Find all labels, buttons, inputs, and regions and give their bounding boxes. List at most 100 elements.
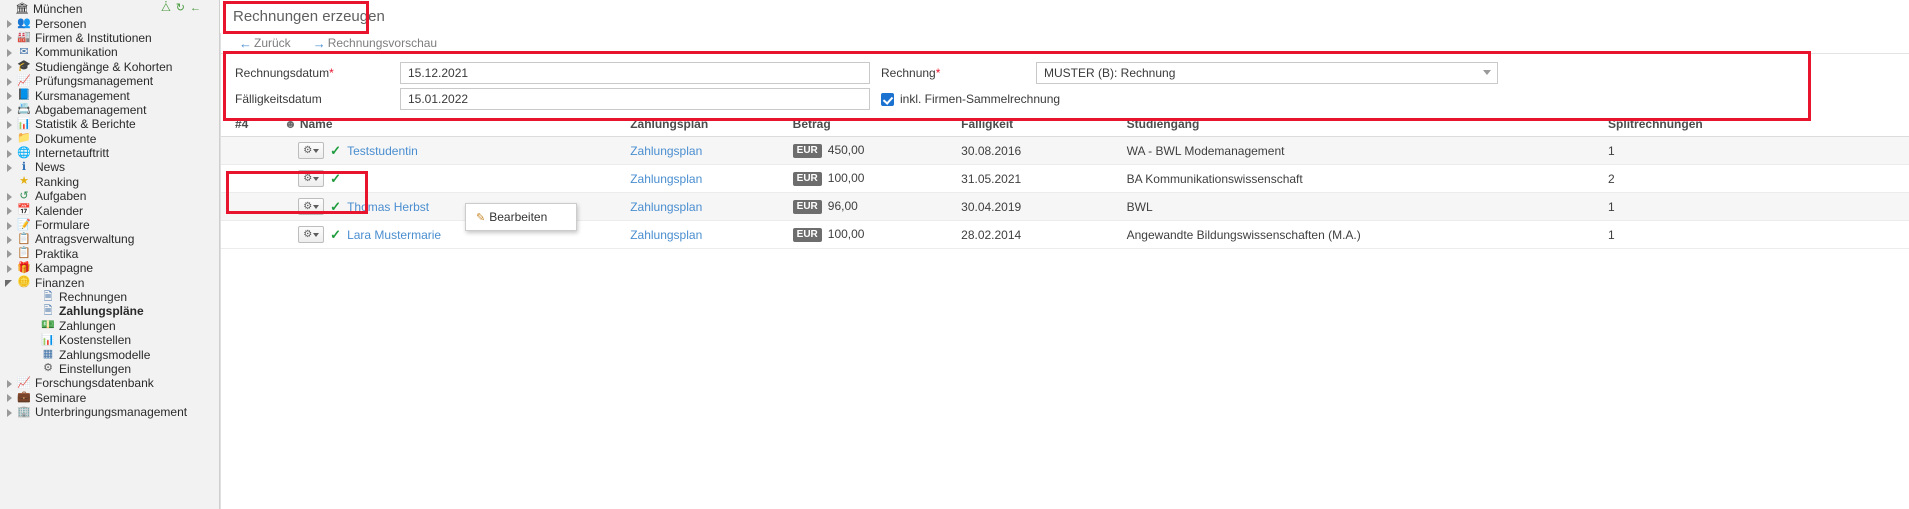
row-actions-button[interactable]: ⚙ <box>298 198 325 215</box>
chevron-right-icon[interactable] <box>4 161 16 173</box>
collective-invoice-checkbox[interactable] <box>881 92 894 106</box>
column-header-payment-plan[interactable]: Zahlungsplan <box>630 112 793 137</box>
column-header-name[interactable]: ☻ Name <box>284 112 631 137</box>
chevron-right-icon[interactable] <box>4 46 16 58</box>
chevron-down-icon[interactable] <box>4 277 16 289</box>
payment-plan-link[interactable]: Zahlungsplan <box>630 144 702 158</box>
sidebar-item-forschungsdatenbank[interactable]: 📈 Forschungsdatenbank <box>0 376 219 390</box>
row-actions-button[interactable]: ⚙ <box>298 226 325 243</box>
sidebar-item-kampagne[interactable]: 🎁 Kampagne <box>0 261 219 275</box>
payment-plan-link[interactable]: Zahlungsplan <box>630 200 702 214</box>
chevron-right-icon[interactable] <box>4 377 16 389</box>
sidebar-item-formulare[interactable]: 📝 Formulare <box>0 218 219 232</box>
invoice-template-select[interactable]: MUSTER (B): Rechnung <box>1036 61 1498 84</box>
row-actions-button[interactable]: ⚙ <box>298 170 325 187</box>
chevron-right-icon[interactable] <box>4 32 16 44</box>
sidebar-item-zahlungsmodelle[interactable]: ▦ Zahlungsmodelle <box>0 347 219 362</box>
chevron-right-icon[interactable] <box>4 205 16 217</box>
sidebar-item-label: Forschungsdatenbank <box>35 376 154 391</box>
sidebar-item-antragsverwaltung[interactable]: 📋 Antragsverwaltung <box>0 232 219 246</box>
row-name-cell: ⚙ ✓ Lara Mustermarie <box>284 220 631 249</box>
sidebar-item-aufgaben[interactable]: ↺ Aufgaben <box>0 189 219 203</box>
sidebar-item-rechnungen[interactable]: 🗎 Rechnungen <box>0 290 219 304</box>
invoice-preview-link[interactable]: → Rechnungsvorschau <box>313 36 437 51</box>
row-due-cell: 30.08.2016 <box>961 136 1127 165</box>
sidebar-item-seminare[interactable]: 💼 Seminare <box>0 391 219 405</box>
payment-plan-link[interactable]: Zahlungsplan <box>630 228 702 242</box>
column-header-program[interactable]: Studiengang <box>1126 112 1609 137</box>
person-link[interactable]: Teststudentin <box>347 144 418 158</box>
form-icon: 📝 <box>17 218 31 231</box>
selected-check-icon[interactable]: ✓ <box>330 172 341 185</box>
chevron-right-icon[interactable] <box>4 18 16 30</box>
bank-icon: 🏛 <box>15 2 29 15</box>
sidebar-item-statistik-berichte[interactable]: 📊 Statistik & Berichte <box>0 117 219 131</box>
row-context-menu[interactable]: ✎ Bearbeiten <box>465 203 577 231</box>
sidebar-item-label: Zahlungspläne <box>59 304 144 319</box>
currency-badge: EUR <box>792 228 822 242</box>
chevron-right-icon[interactable] <box>4 219 16 231</box>
sidebar-item-internetauftritt[interactable]: 🌐 Internetauftritt <box>0 146 219 160</box>
column-header-count[interactable]: #4 <box>221 112 285 137</box>
sidebar-item-label: Kampagne <box>35 261 94 276</box>
application-icon: 📋 <box>17 232 31 245</box>
chevron-right-icon[interactable] <box>4 75 16 87</box>
sidebar-root-label: München <box>33 2 83 17</box>
selected-check-icon[interactable]: ✓ <box>330 144 341 157</box>
selected-check-icon[interactable]: ✓ <box>330 200 341 213</box>
sidebar-item-abgabemanagement[interactable]: 📇 Abgabemanagement <box>0 103 219 117</box>
sidebar-item-finanzen[interactable]: 🪙 Finanzen <box>0 275 219 290</box>
back-link[interactable]: ← Zurück <box>239 36 291 51</box>
sidebar-item-news[interactable]: ℹ News <box>0 160 219 174</box>
back-arrow-icon[interactable]: ← <box>190 3 201 14</box>
sidebar-item-ranking[interactable]: ★ Ranking <box>0 175 219 189</box>
sidebar-item-label: Einstellungen <box>59 361 132 376</box>
sidebar-item-zahlungen[interactable]: 💵 Zahlungen <box>0 319 219 333</box>
context-menu-item-edit[interactable]: ✎ Bearbeiten <box>466 207 576 227</box>
sidebar-item-studieng-nge-kohorten[interactable]: 🎓 Studiengänge & Kohorten <box>0 60 219 74</box>
chevron-right-icon[interactable] <box>4 61 16 73</box>
column-header-split[interactable]: Splitrechnungen <box>1608 112 1909 137</box>
sidebar-item-kalender[interactable]: 📅 Kalender <box>0 203 219 218</box>
sidebar-item-einstellungen[interactable]: ⚙ Einstellungen <box>0 362 219 376</box>
due-date-input[interactable] <box>400 87 870 110</box>
sidebar-item-kommunikation[interactable]: ✉ Kommunikation <box>0 45 219 59</box>
chevron-right-icon[interactable] <box>4 190 16 202</box>
column-header-due[interactable]: Fälligkeit <box>961 112 1127 137</box>
column-header-amount[interactable]: Betrag <box>792 112 962 137</box>
amount-value: 450,00 <box>827 143 865 157</box>
invoice-date-input[interactable] <box>400 61 870 84</box>
sidebar-item-label: Statistik & Berichte <box>35 117 136 132</box>
row-actions-button[interactable]: ⚙ <box>298 142 325 159</box>
refresh-icon[interactable]: ↻ <box>176 3 185 14</box>
sidebar-item-kostenstellen[interactable]: 📊 Kostenstellen <box>0 333 219 347</box>
payment-plan-link[interactable]: Zahlungsplan <box>630 172 702 186</box>
chevron-right-icon[interactable] <box>4 133 16 145</box>
selected-check-icon[interactable]: ✓ <box>330 228 341 241</box>
chevron-right-icon[interactable] <box>4 147 16 159</box>
sidebar-item-dokumente[interactable]: 📁 Dokumente <box>0 132 219 146</box>
collapse-all-icon[interactable]: ⧊ <box>161 3 171 14</box>
chevron-right-icon[interactable] <box>4 233 16 245</box>
person-link[interactable]: Lara Mustermarie <box>347 228 441 242</box>
sidebar-item-zahlungspl-ne[interactable]: 🗎 Zahlungspläne <box>0 304 219 318</box>
sidebar-item-unterbringungsmanagement[interactable]: 🏢 Unterbringungsmanagement <box>0 405 219 419</box>
chevron-right-icon[interactable] <box>4 90 16 102</box>
sidebar-item-personen[interactable]: 👥 Personen <box>0 16 219 31</box>
chevron-right-icon[interactable] <box>4 262 16 274</box>
table-row[interactable]: ⚙ ✓ Zahlungsplan EUR 100,00 31.05.2021 BA Komm… <box>221 164 1909 193</box>
sidebar-item-firmen-institutionen[interactable]: 🏭 Firmen & Institutionen <box>0 31 219 45</box>
chevron-right-icon[interactable] <box>4 406 16 418</box>
person-link[interactable]: Thomas Herbst <box>347 200 429 214</box>
chevron-down-icon[interactable] <box>1483 69 1491 75</box>
table-row[interactable]: ⚙ ✓ Teststudentin Zahlungsplan EUR 450,00 30.0… <box>221 136 1909 165</box>
chevron-right-icon[interactable] <box>4 118 16 130</box>
sidebar-item-praktika[interactable]: 📋 Praktika <box>0 247 219 261</box>
chevron-right-icon[interactable] <box>4 392 16 404</box>
sidebar-item-pr-fungsmanagement[interactable]: 📈 Prüfungsmanagement <box>0 74 219 88</box>
card-icon: 📇 <box>17 103 31 116</box>
sidebar-item-kursmanagement[interactable]: 📘 Kursmanagement <box>0 88 219 103</box>
chevron-right-icon[interactable] <box>4 248 16 260</box>
chevron-right-icon[interactable] <box>4 104 16 116</box>
